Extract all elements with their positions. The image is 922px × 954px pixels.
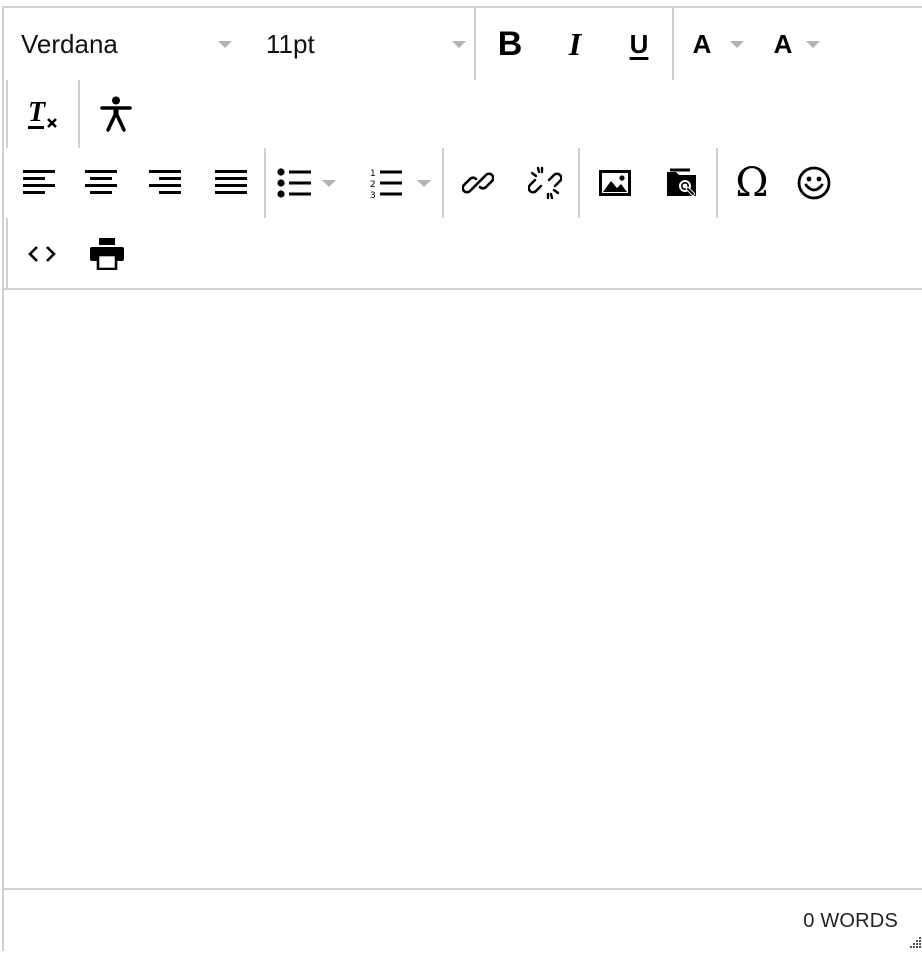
bullet-list-icon <box>277 168 311 198</box>
browse-files-button[interactable] <box>650 148 716 218</box>
underline-button[interactable]: U <box>606 9 672 79</box>
resize-grip-icon <box>910 937 921 948</box>
bullet-list-button[interactable] <box>266 148 322 218</box>
rich-text-editor: Verdana 11pt B I U A A T 1 2 3 Ω 0 WORDS <box>2 6 922 951</box>
source-code-button[interactable] <box>8 219 76 289</box>
format-group: T <box>8 79 78 149</box>
font-family-select[interactable]: Verdana <box>8 9 238 79</box>
resize-handle[interactable] <box>908 935 922 949</box>
chevron-down-icon <box>730 40 744 48</box>
underline-icon: U <box>629 28 649 59</box>
chevron-down-icon <box>806 40 820 48</box>
background-color-dropdown[interactable] <box>806 9 836 79</box>
align-center-icon <box>85 170 117 194</box>
print-button[interactable] <box>76 219 138 289</box>
bold-button[interactable]: B <box>476 9 544 79</box>
align-right-button[interactable] <box>132 148 198 218</box>
align-left-icon <box>23 170 55 194</box>
chevron-down-icon <box>452 40 466 48</box>
numbered-list-dropdown[interactable] <box>406 148 442 218</box>
link-group <box>444 148 578 218</box>
link-icon <box>462 172 494 194</box>
chevron-down-icon <box>417 179 431 187</box>
align-left-button[interactable] <box>8 148 70 218</box>
unlink-icon <box>528 166 562 200</box>
svg-text:T: T <box>28 97 47 128</box>
insert-image-button[interactable] <box>580 148 650 218</box>
font-size-value: 11pt <box>266 28 315 59</box>
svg-text:3: 3 <box>370 191 376 199</box>
align-right-icon <box>149 170 181 194</box>
special-character-icon: Ω <box>735 160 769 206</box>
italic-button[interactable]: I <box>544 9 606 79</box>
word-count: 0 WORDS <box>803 910 898 932</box>
background-color-icon: A <box>773 28 793 59</box>
numbered-list-icon: 1 2 3 <box>370 169 402 199</box>
toolbar-row-1: Verdana 11pt B I U A A <box>8 8 836 80</box>
bullet-list-dropdown[interactable] <box>322 148 366 218</box>
toolbar-row-2: T <box>6 79 152 149</box>
alignment-group <box>8 148 264 218</box>
font-group: Verdana 11pt <box>8 9 474 79</box>
list-group: 1 2 3 <box>266 148 442 218</box>
svg-text:2: 2 <box>370 180 376 190</box>
align-justify-button[interactable] <box>198 148 264 218</box>
color-group: A A <box>674 9 836 79</box>
numbered-list-button[interactable]: 1 2 3 <box>366 148 406 218</box>
align-center-button[interactable] <box>70 148 132 218</box>
text-style-group: B I U <box>476 9 672 79</box>
image-icon <box>599 170 631 196</box>
source-code-icon <box>28 246 56 262</box>
toolbar-row-3: 1 2 3 Ω <box>8 148 842 218</box>
font-family-value: Verdana <box>21 28 118 59</box>
accessibility-checker-button[interactable] <box>80 79 152 149</box>
accessibility-group <box>80 79 152 149</box>
align-justify-icon <box>215 170 247 194</box>
chevron-down-icon <box>218 40 232 48</box>
special-character-button[interactable]: Ω <box>718 148 786 218</box>
statusbar-divider <box>4 888 922 890</box>
print-icon <box>90 238 124 270</box>
clear-formatting-button[interactable]: T <box>8 79 78 149</box>
text-color-button[interactable]: A <box>674 9 730 79</box>
italic-icon: I <box>568 25 582 62</box>
insert-link-button[interactable] <box>444 148 512 218</box>
accessibility-icon <box>100 96 132 132</box>
svg-text:1: 1 <box>370 169 376 179</box>
editor-content-area[interactable] <box>4 290 922 888</box>
media-group <box>580 148 716 218</box>
emoji-icon <box>797 166 831 200</box>
text-color-dropdown[interactable] <box>730 9 760 79</box>
browse-files-icon <box>667 168 696 196</box>
chevron-down-icon <box>322 179 336 187</box>
clear-formatting-icon: T <box>28 97 57 129</box>
tools-group <box>8 219 138 289</box>
toolbar-row-4 <box>6 218 138 290</box>
bold-icon: B <box>497 24 523 63</box>
emoji-button[interactable] <box>786 148 842 218</box>
text-color-icon: A <box>692 28 712 59</box>
background-color-button[interactable]: A <box>760 9 806 79</box>
font-size-select[interactable]: 11pt <box>238 9 474 79</box>
remove-link-button[interactable] <box>512 148 578 218</box>
insert-group: Ω <box>718 148 842 218</box>
